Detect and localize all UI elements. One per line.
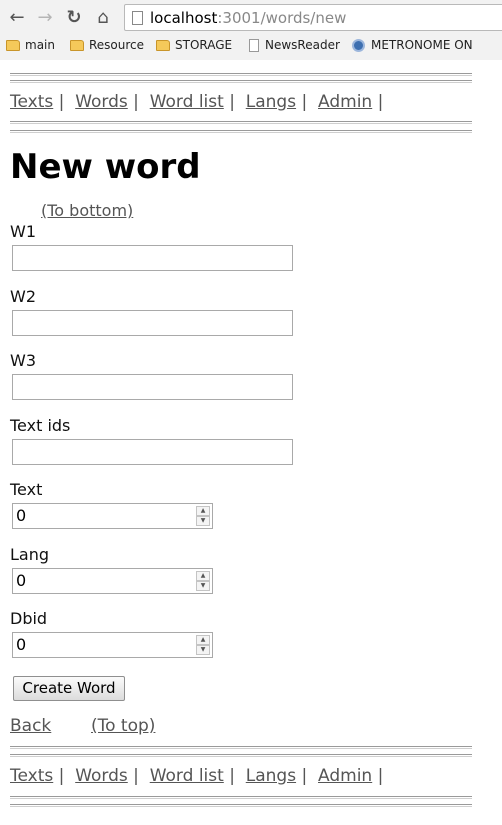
folder-icon: [6, 39, 20, 51]
bookmark-label: STORAGE: [175, 38, 233, 52]
reload-icon[interactable]: ↻: [63, 8, 85, 28]
divider: [10, 73, 472, 76]
spin-down-icon[interactable]: ▼: [196, 516, 210, 526]
url-text: localhost:3001/words/new: [150, 9, 346, 27]
w2-label: W2: [10, 287, 36, 306]
bookmark-label: main: [25, 38, 55, 52]
text-value: 0: [16, 506, 27, 525]
w2-input[interactable]: [12, 310, 293, 336]
bookmark-storage[interactable]: STORAGE: [156, 38, 232, 52]
divider: [10, 130, 472, 133]
page-icon: [249, 38, 259, 52]
bookmark-newsreader[interactable]: NewsReader: [249, 38, 340, 52]
menu-admin-link[interactable]: Admin: [318, 92, 372, 112]
divider: [10, 804, 472, 807]
dbid-label: Dbid: [10, 609, 48, 628]
w3-label: W3: [10, 351, 36, 370]
lang-label: Lang: [10, 545, 50, 564]
menu-separator: |: [58, 92, 65, 112]
url-path: :3001/words/new: [217, 9, 347, 27]
menu-word-list-link[interactable]: Word list: [150, 92, 224, 112]
dbid-spinner[interactable]: ▲ ▼: [196, 635, 210, 655]
menu-texts-link[interactable]: Texts: [10, 766, 53, 786]
menu-words-link[interactable]: Words: [75, 766, 128, 786]
to-top-link[interactable]: (To top): [91, 716, 155, 736]
text-ids-label: Text ids: [10, 416, 71, 435]
menu-texts-link[interactable]: Texts: [10, 92, 53, 112]
bookmark-metronome[interactable]: METRONOME ON: [352, 38, 473, 52]
divider: [10, 754, 472, 757]
to-bottom-link[interactable]: (To bottom): [41, 201, 133, 220]
menu-separator: |: [229, 766, 235, 786]
bookmark-label: NewsReader: [265, 38, 340, 52]
bookmarks-bar: main Resource STORAGE NewsReader METRONO…: [0, 36, 502, 58]
bookmark-main[interactable]: main: [6, 38, 55, 52]
forward-arrow-icon[interactable]: →: [34, 8, 56, 28]
bookmark-resource[interactable]: Resource: [70, 38, 144, 52]
site-favicon-icon: [352, 38, 365, 52]
home-icon[interactable]: ⌂: [92, 8, 114, 28]
w3-input[interactable]: [12, 374, 293, 400]
menu-separator: |: [58, 766, 65, 786]
url-host: localhost: [150, 9, 218, 27]
text-ids-input[interactable]: [12, 439, 293, 465]
menu-admin-link[interactable]: Admin: [318, 766, 372, 786]
folder-icon: [70, 39, 84, 51]
w1-label: W1: [10, 222, 36, 241]
menu-separator: |: [229, 92, 235, 112]
menu-langs-link[interactable]: Langs: [246, 92, 296, 112]
menu-separator: |: [301, 766, 308, 786]
create-word-button[interactable]: Create Word: [13, 676, 125, 701]
text-label: Text: [10, 480, 43, 499]
menu-langs-link[interactable]: Langs: [246, 766, 296, 786]
menu-word-list-link[interactable]: Word list: [150, 766, 224, 786]
page-title: New word: [10, 147, 201, 187]
page-icon: [132, 11, 143, 25]
back-arrow-icon[interactable]: ←: [6, 8, 28, 28]
spin-up-icon[interactable]: ▲: [196, 571, 210, 581]
w1-input[interactable]: [12, 245, 293, 271]
lang-spinner[interactable]: ▲ ▼: [196, 571, 210, 591]
address-bar[interactable]: localhost:3001/words/new: [124, 4, 502, 31]
bookmark-label: METRONOME ON: [371, 38, 473, 52]
menu-words-link[interactable]: Words: [75, 92, 128, 112]
text-spinner[interactable]: ▲ ▼: [196, 506, 210, 526]
dbid-number-input[interactable]: 0 ▲ ▼: [12, 632, 213, 658]
divider: [10, 80, 472, 83]
menu-separator: |: [133, 766, 139, 786]
browser-toolbar: ← → ↻ ⌂ localhost:3001/words/new main Re…: [0, 0, 502, 60]
back-link[interactable]: Back: [10, 716, 51, 736]
folder-icon: [156, 39, 170, 51]
bookmark-label: Resource: [89, 38, 145, 52]
spin-down-icon[interactable]: ▼: [196, 581, 210, 591]
bottom-menu: Texts | Words | Word list | Langs | Admi…: [10, 766, 383, 786]
dbid-value: 0: [16, 635, 27, 654]
menu-separator: |: [301, 92, 308, 112]
menu-separator: |: [377, 766, 384, 786]
spin-down-icon[interactable]: ▼: [196, 645, 210, 655]
menu-separator: |: [377, 92, 384, 112]
spin-up-icon[interactable]: ▲: [196, 635, 210, 645]
divider: [10, 746, 472, 749]
lang-number-input[interactable]: 0 ▲ ▼: [12, 568, 213, 594]
spin-up-icon[interactable]: ▲: [196, 506, 210, 516]
lang-value: 0: [16, 571, 27, 590]
divider: [10, 796, 472, 799]
top-menu: Texts | Words | Word list | Langs | Admi…: [10, 92, 383, 112]
text-number-input[interactable]: 0 ▲ ▼: [12, 503, 213, 529]
menu-separator: |: [133, 92, 139, 112]
divider: [10, 121, 472, 124]
